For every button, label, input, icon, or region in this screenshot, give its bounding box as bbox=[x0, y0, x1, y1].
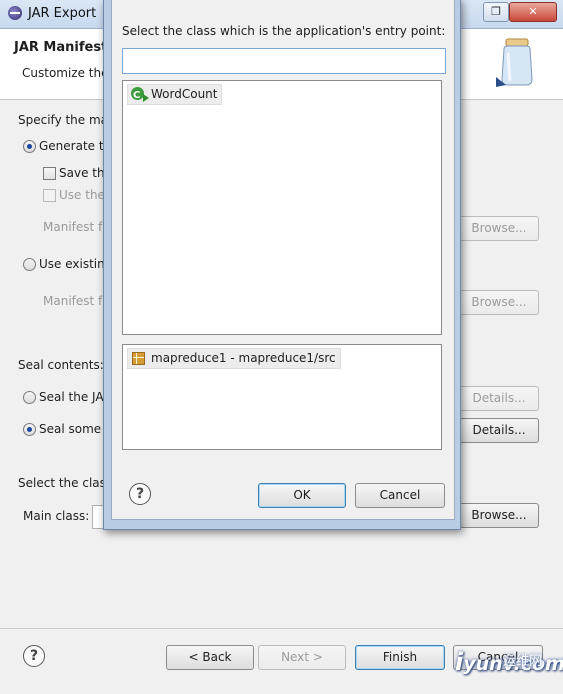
help-icon[interactable]: ? bbox=[23, 645, 45, 667]
generate-manifest-label: Generate th bbox=[39, 139, 112, 153]
browse-button-2[interactable]: Browse... bbox=[459, 290, 539, 315]
browse-main-class-button[interactable]: Browse... bbox=[459, 503, 539, 528]
next-button[interactable]: Next > bbox=[258, 645, 346, 670]
seal-some-packages-radio[interactable] bbox=[23, 423, 36, 436]
main-class-label: Main class: bbox=[23, 509, 90, 523]
footer-divider bbox=[0, 628, 563, 629]
use-saved-manifest-checkbox[interactable] bbox=[43, 189, 56, 202]
list-item-wordcount[interactable]: WordCount bbox=[127, 84, 223, 105]
use-saved-manifest-label: Use the bbox=[59, 188, 105, 202]
seal-contents-label: Seal contents: bbox=[18, 358, 104, 372]
ok-button[interactable]: OK bbox=[258, 483, 346, 508]
package-icon bbox=[132, 352, 145, 365]
finish-button[interactable]: Finish bbox=[355, 645, 445, 670]
dialog-prompt: Select the class which is the applicatio… bbox=[122, 24, 446, 38]
use-existing-manifest-radio[interactable] bbox=[23, 258, 36, 271]
class-name: WordCount bbox=[151, 87, 218, 101]
back-button[interactable]: < Back bbox=[166, 645, 254, 670]
run-badge-icon bbox=[143, 94, 149, 102]
manifest-file-label: Manifest f bbox=[43, 220, 103, 234]
list-item-package[interactable]: mapreduce1 - mapreduce1/src bbox=[127, 348, 341, 369]
class-list[interactable]: WordCount bbox=[122, 80, 442, 335]
main-type-selection-dialog: Select the class which is the applicatio… bbox=[103, 0, 461, 530]
dialog-help-icon[interactable]: ? bbox=[129, 483, 151, 505]
window-title: JAR Export bbox=[28, 6, 97, 21]
page-description: Customize the bbox=[22, 66, 109, 80]
dialog-body: Select the class which is the applicatio… bbox=[111, 0, 455, 520]
seal-jar-radio[interactable] bbox=[23, 391, 36, 404]
eclipse-icon bbox=[8, 6, 22, 20]
close-button[interactable]: ✕ bbox=[509, 2, 557, 22]
save-manifest-label: Save th bbox=[59, 166, 105, 180]
save-manifest-checkbox[interactable] bbox=[43, 167, 56, 180]
seal-jar-label: Seal the JA bbox=[39, 390, 104, 404]
browse-button-1[interactable]: Browse... bbox=[459, 216, 539, 241]
jar-icon bbox=[496, 38, 533, 87]
package-list[interactable]: mapreduce1 - mapreduce1/src bbox=[122, 344, 442, 450]
restore-button[interactable]: ❐ bbox=[483, 2, 509, 22]
package-name: mapreduce1 - mapreduce1/src bbox=[151, 351, 336, 365]
dialog-cancel-button[interactable]: Cancel bbox=[355, 483, 445, 508]
watermark-cn: 运维网 bbox=[503, 654, 543, 669]
specify-manifest-label: Specify the ma bbox=[18, 113, 109, 127]
seal-some-packages-label: Seal some bbox=[39, 422, 102, 436]
use-existing-manifest-label: Use existin bbox=[39, 257, 105, 271]
manifest-file-label-2: Manifest f bbox=[43, 294, 103, 308]
select-main-class-label: Select the class bbox=[18, 476, 113, 490]
details-button-2[interactable]: Details... bbox=[459, 418, 539, 443]
class-filter-input[interactable] bbox=[122, 48, 446, 74]
details-button-1[interactable]: Details... bbox=[459, 386, 539, 411]
generate-manifest-radio[interactable] bbox=[23, 140, 36, 153]
